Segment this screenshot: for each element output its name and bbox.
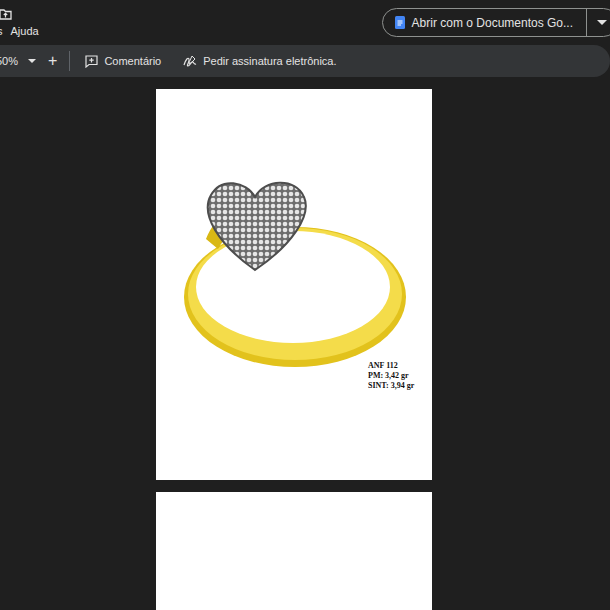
zoom-dropdown-icon[interactable] [28, 59, 36, 64]
menu-bar: s Ajuda [0, 25, 39, 37]
menu-item[interactable]: Ajuda [11, 25, 39, 37]
dropdown-arrow-icon[interactable] [597, 20, 607, 26]
caption-line: PM: 3,42 gr [368, 371, 414, 381]
move-to-folder-icon[interactable] [0, 8, 12, 20]
zoom-level[interactable]: 50% [0, 55, 18, 67]
toolbar-button-label: Comentário [104, 55, 161, 67]
signature-icon [183, 55, 197, 68]
button-separator [586, 9, 587, 36]
zoom-in-button[interactable]: + [48, 53, 57, 69]
document-page: ANF 112PM: 3,42 grSINT: 3,94 gr [156, 89, 432, 480]
menu-area: s Ajuda [0, 8, 39, 37]
toolbar-button[interactable]: Pedir assinatura eletrônica. [183, 55, 336, 68]
caption-line: ANF 112 [368, 361, 414, 371]
menu-item[interactable]: s [0, 25, 3, 37]
open-with-button[interactable]: Abrir com o Documentos Go... [382, 8, 610, 37]
google-docs-icon [395, 16, 405, 29]
ring-photo [156, 89, 432, 480]
toolbar-button[interactable]: Comentário [85, 55, 161, 68]
add-comment-icon [85, 55, 98, 68]
pdf-viewer: s Ajuda Abrir com o Documentos Go... 50% + Co… [0, 0, 610, 610]
caption-line: SINT: 3,94 gr [368, 381, 414, 391]
toolbar: 50% + Comentário Pedir assinatura eletrônic… [0, 45, 610, 77]
toolbar-button-label: Pedir assinatura eletrônica. [203, 55, 336, 67]
document-pages: ANF 112PM: 3,42 grSINT: 3,94 gr [0, 77, 610, 610]
product-caption: ANF 112PM: 3,42 grSINT: 3,94 gr [368, 361, 414, 391]
toolbar-separator [69, 51, 70, 71]
document-page [156, 492, 432, 610]
header-bar: s Ajuda Abrir com o Documentos Go... [0, 0, 610, 37]
open-with-label: Abrir com o Documentos Go... [412, 16, 573, 30]
